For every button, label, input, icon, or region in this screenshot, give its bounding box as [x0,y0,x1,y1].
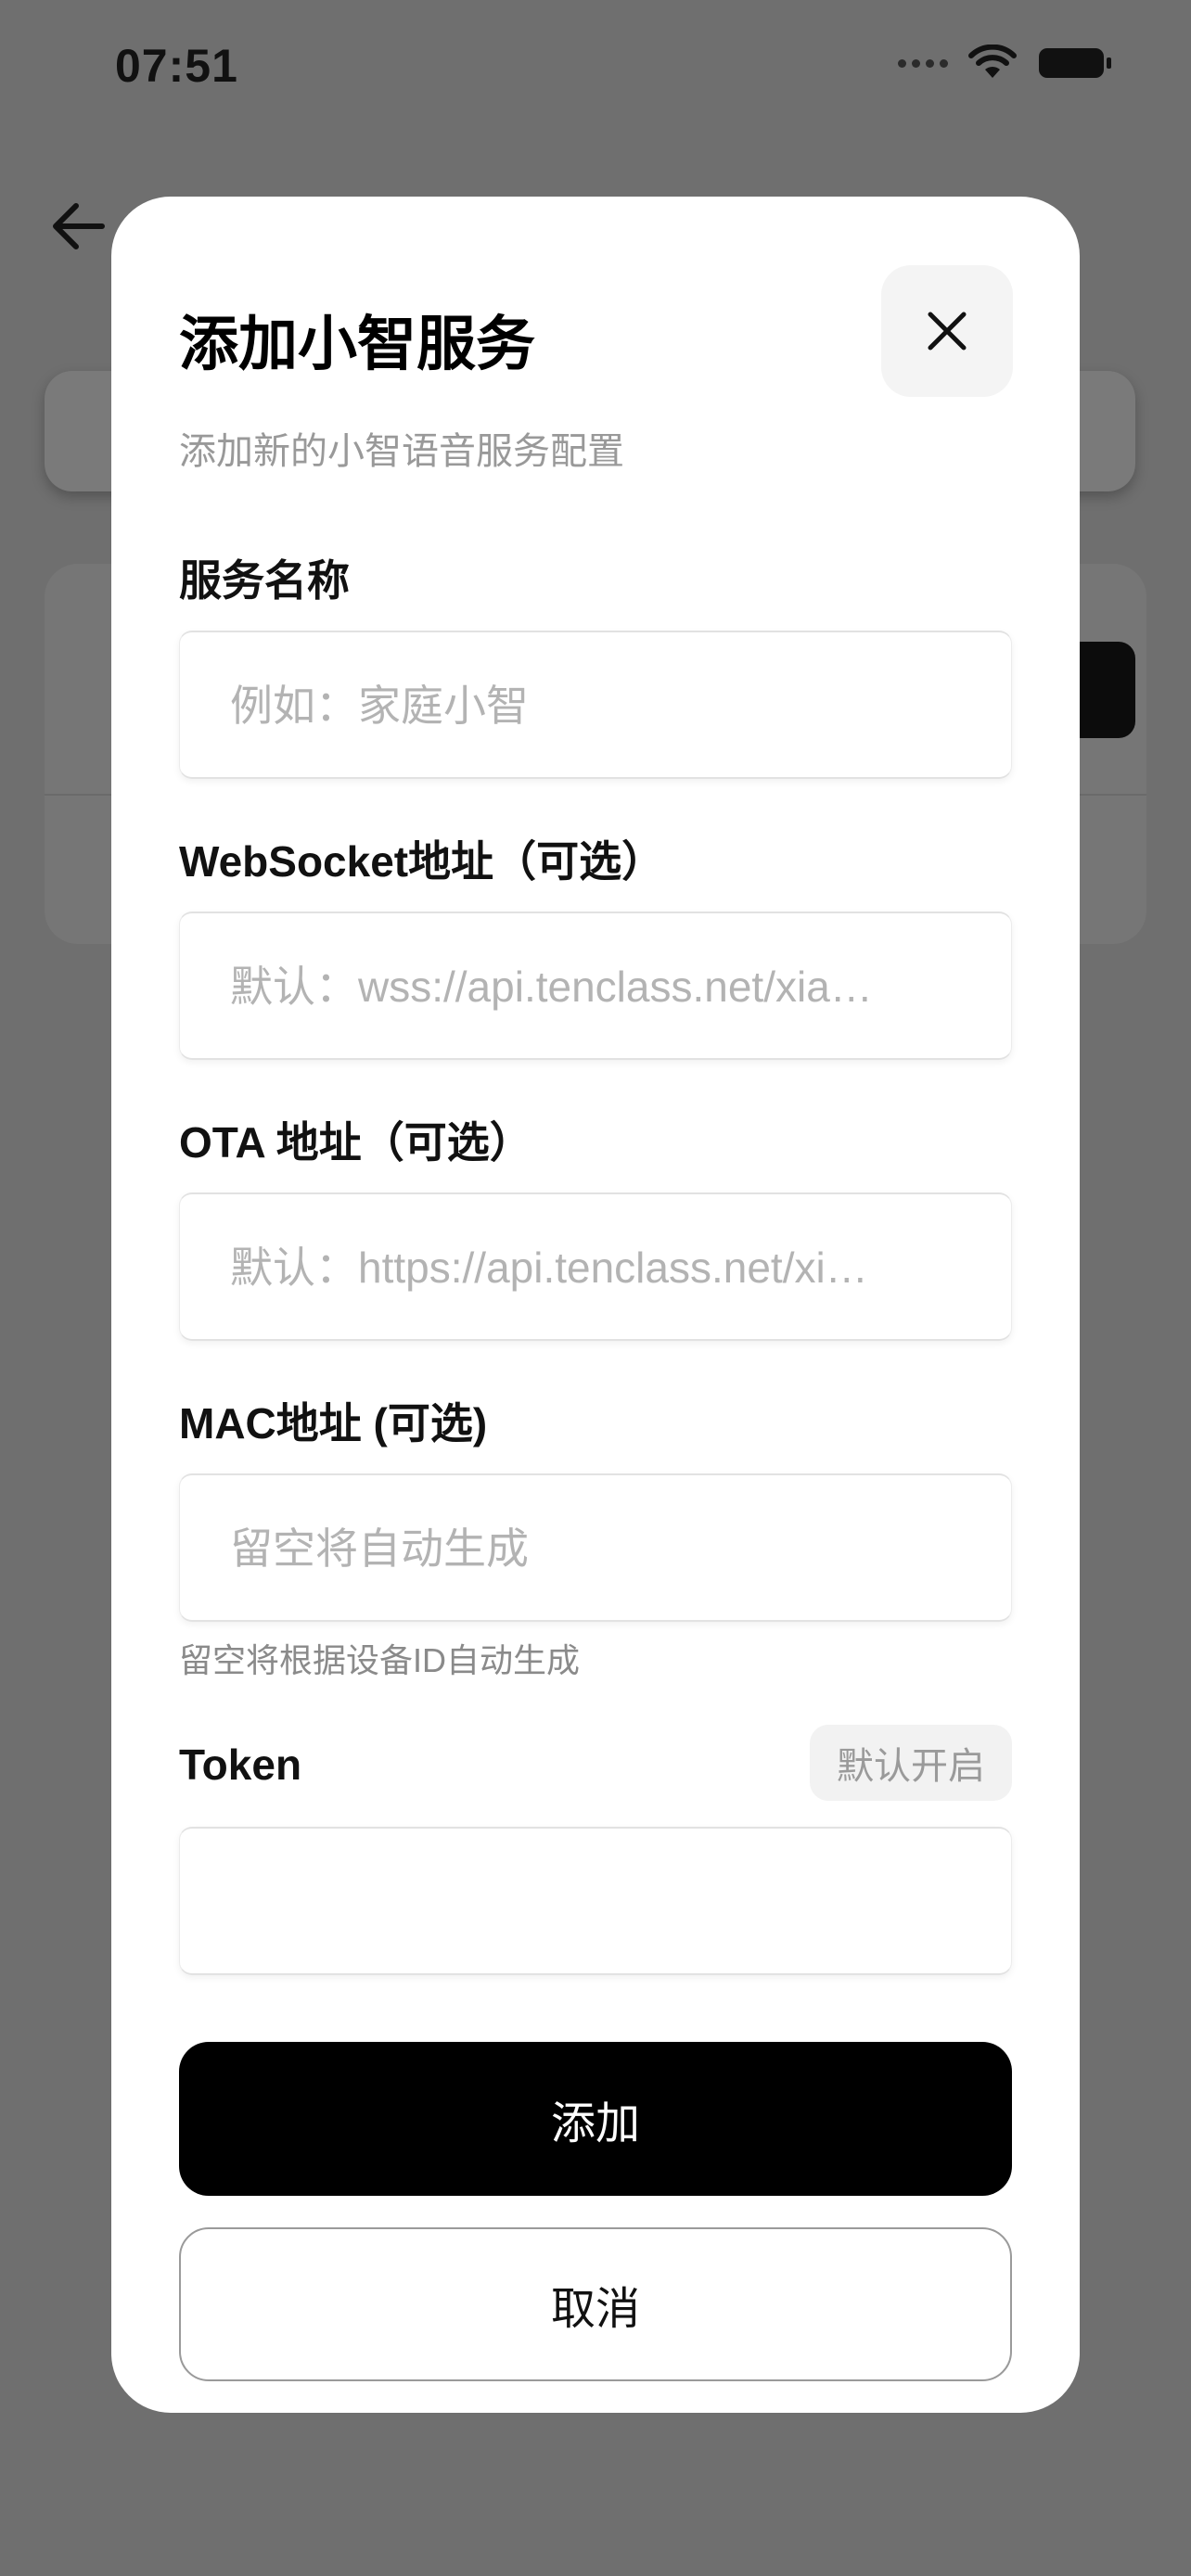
modal-title: 添加小智服务 [179,311,535,377]
battery-icon [1039,48,1111,78]
token-label: Token [179,1741,302,1789]
modal-subtitle: 添加新的小智语音服务配置 [179,431,624,472]
websocket-label: WebSocket地址（可选） [179,837,665,886]
service-name-label: 服务名称 [179,556,350,605]
ota-input[interactable] [228,1194,967,1341]
service-name-field[interactable] [179,631,1012,779]
cancel-button[interactable]: 取消 [179,2227,1012,2381]
websocket-input[interactable] [228,913,967,1060]
ota-label: OTA 地址（可选） [179,1118,532,1167]
status-time: 07:51 [115,40,238,92]
websocket-field[interactable] [179,912,1012,1060]
signal-dots-icon [898,58,948,68]
wifi-icon [968,45,1017,78]
mac-label: MAC地址 (可选) [179,1399,488,1447]
status-icons [898,45,1113,82]
mac-field[interactable] [179,1473,1012,1622]
token-default-badge: 默认开启 [810,1725,1012,1801]
back-arrow-icon[interactable] [48,197,108,256]
close-button[interactable] [881,265,1013,397]
add-button[interactable]: 添加 [179,2042,1012,2196]
close-icon [928,312,967,351]
token-input[interactable] [228,1829,967,1975]
add-service-modal: 添加小智服务 添加新的小智语音服务配置 服务名称 WebSocket地址（可选）… [111,197,1080,2413]
token-field[interactable] [179,1827,1012,1975]
mac-helper-text: 留空将根据设备ID自动生成 [179,1641,581,1679]
service-name-input[interactable] [228,632,967,779]
ota-field[interactable] [179,1192,1012,1341]
mac-input[interactable] [228,1475,967,1622]
